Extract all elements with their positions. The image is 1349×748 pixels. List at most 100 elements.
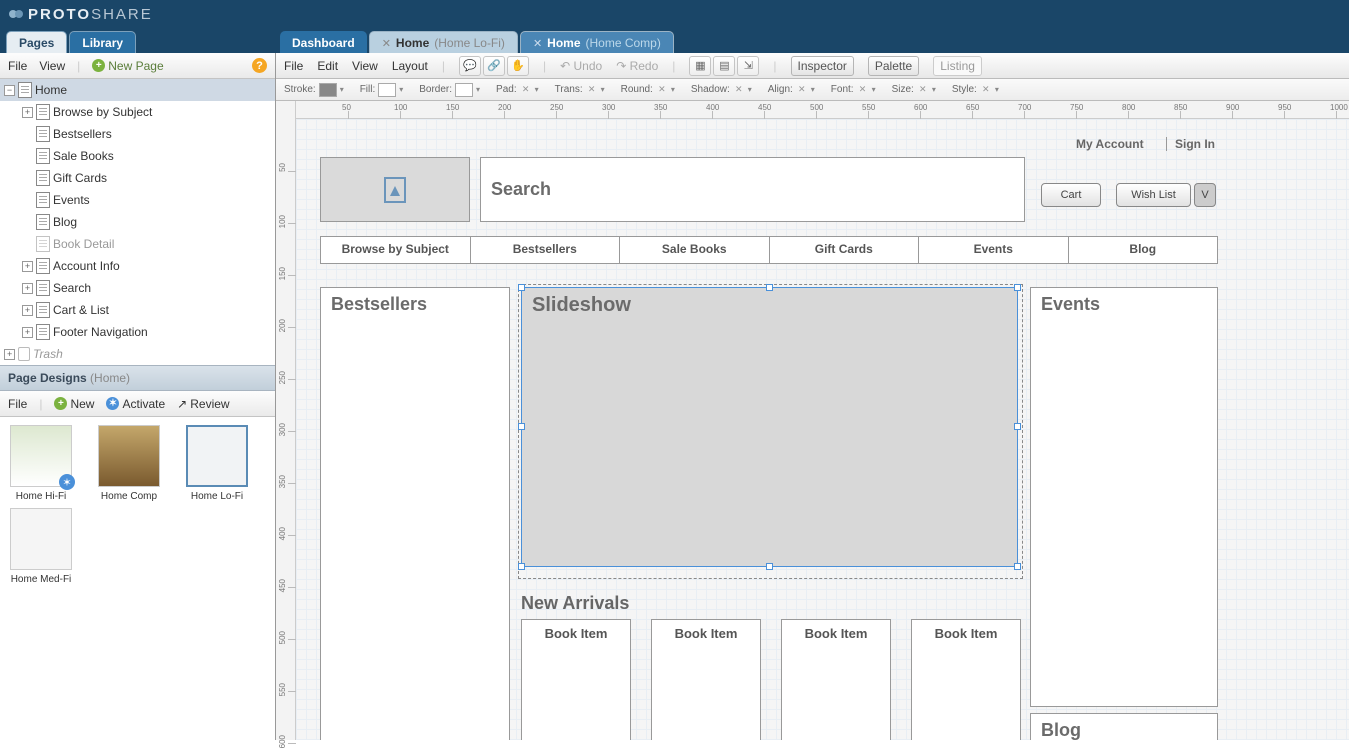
prop-trans[interactable]: Trans:✕▾: [555, 84, 611, 96]
prop-font[interactable]: Font:✕▾: [831, 84, 882, 96]
tree-item[interactable]: Bestsellers: [0, 123, 275, 145]
logo: PROTOSHARE: [8, 6, 153, 23]
wf-nav-item[interactable]: Events: [919, 237, 1069, 263]
tree-item[interactable]: Events: [0, 189, 275, 211]
tree-item[interactable]: Sale Books: [0, 145, 275, 167]
prop-fill[interactable]: Fill:▾: [360, 83, 410, 97]
wf-book-item[interactable]: Book Item: [911, 619, 1021, 740]
menu-file[interactable]: File: [284, 59, 303, 73]
tree-home[interactable]: − Home: [0, 79, 275, 101]
wf-slideshow-selected[interactable]: Slideshow: [521, 287, 1018, 567]
review-button[interactable]: ↗Review: [177, 397, 229, 411]
expand-icon[interactable]: +: [22, 261, 33, 272]
editor-area: File Edit View Layout | 💬 🔗 ✋ | ↶ Undo ↷…: [276, 53, 1349, 740]
expand-icon[interactable]: +: [4, 349, 15, 360]
menu-edit[interactable]: Edit: [317, 59, 338, 73]
menu-view[interactable]: View: [39, 59, 65, 73]
thumb-hifi[interactable]: ✶Home Hi-Fi: [6, 425, 76, 502]
thumb-lofi[interactable]: Home Lo-Fi: [182, 425, 252, 502]
page-icon: [36, 236, 50, 252]
tab-dashboard[interactable]: Dashboard: [280, 31, 367, 53]
expand-icon[interactable]: +: [22, 327, 33, 338]
redo-button[interactable]: ↷ Redo: [616, 59, 658, 73]
wf-cart-button[interactable]: Cart: [1041, 183, 1101, 207]
inspector-toggle[interactable]: Inspector: [791, 56, 854, 76]
page-designs-header: Page Designs (Home): [0, 365, 275, 391]
tree-item[interactable]: Gift Cards: [0, 167, 275, 189]
hand-tool-icon[interactable]: ✋: [507, 56, 529, 76]
wf-events[interactable]: Events: [1030, 287, 1218, 707]
wf-sign-in[interactable]: Sign In: [1166, 137, 1215, 151]
link-tool-icon[interactable]: 🔗: [483, 56, 505, 76]
new-page-button[interactable]: +New Page: [92, 59, 163, 73]
tab-home-lofi[interactable]: ✕ Home (Home Lo-Fi): [369, 31, 518, 53]
tree-item[interactable]: Blog: [0, 211, 275, 233]
comment-tool-icon[interactable]: 💬: [459, 56, 481, 76]
wf-logo-placeholder[interactable]: [320, 157, 470, 222]
prop-round[interactable]: Round:✕▾: [621, 84, 681, 96]
tree-item[interactable]: Book Detail: [0, 233, 275, 255]
menu-view[interactable]: View: [352, 59, 378, 73]
thumb-comp[interactable]: Home Comp: [94, 425, 164, 502]
menu-file[interactable]: File: [8, 59, 27, 73]
wf-nav[interactable]: Browse by Subject Bestsellers Sale Books…: [320, 236, 1218, 264]
collapse-icon[interactable]: −: [4, 85, 15, 96]
page-icon: [36, 302, 50, 318]
tree-item[interactable]: +Search: [0, 277, 275, 299]
grid-tool-icon[interactable]: ▤: [713, 56, 735, 76]
wf-nav-item[interactable]: Blog: [1069, 237, 1218, 263]
palette-toggle[interactable]: Palette: [868, 56, 919, 76]
canvas[interactable]: My Account Sign In Search Cart Wish List…: [296, 119, 1349, 740]
close-icon[interactable]: ✕: [382, 37, 391, 50]
tree-item[interactable]: +Browse by Subject: [0, 101, 275, 123]
listing-toggle[interactable]: Listing: [933, 56, 982, 76]
prop-pad[interactable]: Pad:✕▾: [496, 84, 545, 96]
wf-nav-item[interactable]: Sale Books: [620, 237, 770, 263]
tab-pages[interactable]: Pages: [6, 31, 67, 53]
wf-book-item[interactable]: Book Item: [781, 619, 891, 740]
wf-nav-item[interactable]: Gift Cards: [770, 237, 920, 263]
wf-book-item[interactable]: Book Item: [651, 619, 761, 740]
thumb-medfi[interactable]: Home Med-Fi: [6, 508, 76, 585]
prop-border[interactable]: Border:▾: [419, 83, 486, 97]
tab-library[interactable]: Library: [69, 31, 136, 53]
prop-stroke[interactable]: Stroke:▾: [284, 83, 350, 97]
activate-icon: ✶: [106, 397, 119, 410]
distribute-tool-icon[interactable]: ⇲: [737, 56, 759, 76]
tab-home-comp[interactable]: ✕ Home (Home Comp): [520, 31, 674, 53]
expand-icon[interactable]: +: [22, 107, 33, 118]
help-icon[interactable]: ?: [252, 58, 267, 73]
wf-blog[interactable]: Blog: [1030, 713, 1218, 740]
prop-align[interactable]: Align:✕▾: [768, 84, 821, 96]
tree-item[interactable]: +Account Info: [0, 255, 275, 277]
wf-nav-item[interactable]: Browse by Subject: [321, 237, 471, 263]
app-header: PROTOSHARE: [0, 0, 1349, 28]
wf-wishlist-button[interactable]: Wish List: [1116, 183, 1191, 207]
trash-icon: [18, 347, 30, 361]
wf-my-account[interactable]: My Account: [1076, 137, 1144, 151]
sidebar: File View | +New Page ? − Home +Browse b…: [0, 53, 276, 740]
page-icon: [36, 258, 50, 274]
tree-trash[interactable]: +Trash: [0, 343, 275, 365]
wf-nav-item[interactable]: Bestsellers: [471, 237, 621, 263]
tree-item[interactable]: +Cart & List: [0, 299, 275, 321]
wf-book-item[interactable]: Book Item: [521, 619, 631, 740]
menu-layout[interactable]: Layout: [392, 59, 428, 73]
close-icon[interactable]: ✕: [533, 37, 542, 50]
menu-file[interactable]: File: [8, 397, 27, 411]
tree-item[interactable]: +Footer Navigation: [0, 321, 275, 343]
page-icon: [36, 280, 50, 296]
prop-shadow[interactable]: Shadow:✕▾: [691, 84, 758, 96]
undo-button[interactable]: ↶ Undo: [560, 59, 602, 73]
expand-icon[interactable]: +: [22, 283, 33, 294]
wf-bestsellers[interactable]: Bestsellers: [320, 287, 510, 740]
wf-search[interactable]: Search: [480, 157, 1025, 222]
page-icon: [36, 192, 50, 208]
new-button[interactable]: +New: [54, 397, 94, 411]
wf-wishlist-dropdown[interactable]: V: [1194, 183, 1216, 207]
expand-icon[interactable]: +: [22, 305, 33, 316]
prop-style[interactable]: Style:✕▾: [952, 84, 1005, 96]
align-tool-icon[interactable]: ▦: [689, 56, 711, 76]
activate-button[interactable]: ✶Activate: [106, 397, 165, 411]
prop-size[interactable]: Size:✕▾: [892, 84, 942, 96]
